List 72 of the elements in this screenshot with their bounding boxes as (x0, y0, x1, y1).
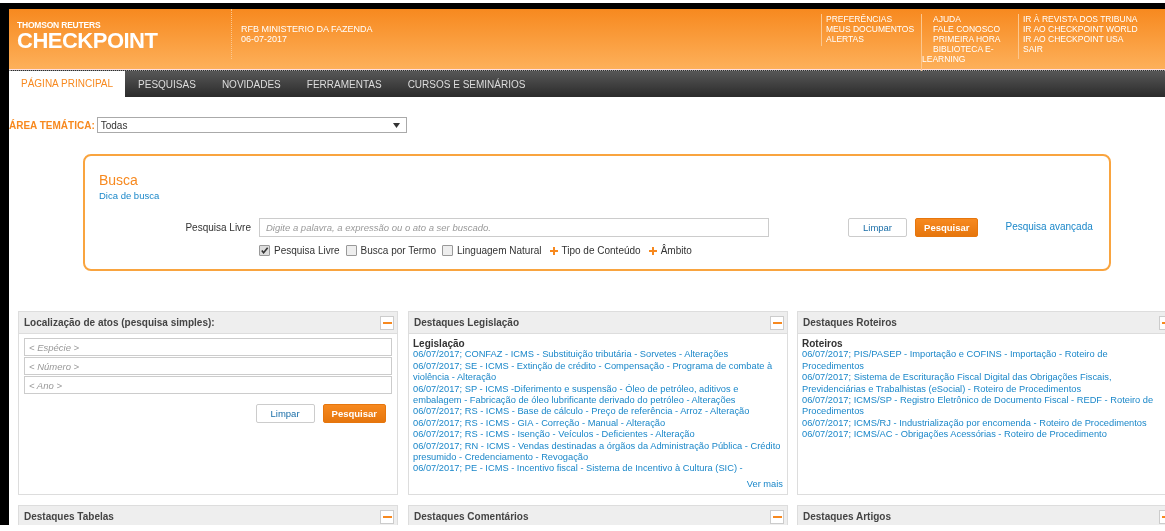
plus-icon (549, 246, 558, 255)
nav-tab[interactable]: PÁGINA PRINCIPAL (9, 71, 126, 97)
news-link[interactable]: 06/07/2017; RN - ICMS - Vendas destinadas a órgãos da Administração Pública - Crédito presumido - Credenciamento - Revogação (413, 440, 783, 464)
expand-link[interactable]: Tipo de Conteúdo (561, 245, 641, 256)
news-link[interactable]: 06/07/2017; RS - ICMS - Base de cálculo - Preço de referência - Arroz - Alteração (413, 406, 783, 418)
dropdown-arrow-icon (392, 122, 400, 128)
panel-title: Localização de atos (pesquisa simples): (24, 317, 215, 328)
news-link[interactable]: 06/07/2017; SP - ICMS -Diferimento e suspensão - Óleo de petróleo, aditivos e embalagem - Fabricação de óleo lubrificante derivado do petróleo - Alterações (413, 383, 783, 407)
product-logo: CHECKPOINT (17, 30, 159, 52)
input-field[interactable]: < Espécie > (24, 338, 392, 356)
input-field[interactable]: < Número > (24, 357, 392, 375)
news-link[interactable]: 06/07/2017; RS - ICMS - GIA - Correção - Manual - Alteração (413, 417, 783, 430)
news-link[interactable]: 06/07/2017; PE - ICMS - Incentivo fiscal - Sistema de Incentivo à Cultura (SIC) - (413, 463, 783, 475)
minus-icon (772, 515, 782, 518)
clear-button[interactable]: Limpar (255, 404, 315, 423)
list-heading: Roteiros (802, 338, 844, 350)
checkbox-label: Pesquisa Livre (274, 245, 340, 256)
checkbox[interactable] (345, 245, 357, 256)
nav-tab[interactable]: NOVIDADES (208, 71, 294, 97)
panel-title: Destaques Comentários (414, 511, 529, 522)
header-link[interactable]: IR À REVISTA DOS TRIBUNA (1023, 14, 1141, 24)
expand-link[interactable]: Âmbito (660, 245, 692, 256)
news-link[interactable]: 06/07/2017; ICMS/AC - Obrigações Acessórias - Roteiro de Procedimento (802, 429, 1165, 441)
field-label: Pesquisa Livre (184, 222, 251, 233)
header-link[interactable]: MEUS DOCUMENTOS (826, 24, 921, 34)
see-more-link[interactable]: Ver mais (746, 478, 783, 491)
account-info: 06-07-2017 (241, 34, 289, 44)
header-link[interactable]: FALE CONOSCO (922, 24, 1018, 34)
header-link[interactable]: AJUDA (922, 14, 1018, 24)
header-link[interactable]: PRIMEIRA HORA (922, 34, 1018, 44)
collapse-button[interactable] (770, 315, 784, 330)
minus-icon (772, 321, 782, 324)
minus-icon (382, 321, 392, 324)
panel-title: Destaques Legislação (414, 317, 520, 328)
header-link[interactable]: IR AO CHECKPOINT WORLD (1023, 24, 1141, 34)
news-link[interactable]: 06/07/2017; CONFAZ - ICMS - Substituição tributária - Sorvetes - Alterações (413, 349, 783, 361)
nav-tab[interactable]: FERRAMENTAS (293, 71, 395, 97)
account-info: RFB MINISTERIO DA FAZENDA (241, 24, 374, 34)
collapse-button[interactable] (380, 315, 394, 330)
search-button[interactable]: Pesquisar (915, 218, 979, 237)
nav-tab[interactable]: PESQUISAS (125, 71, 209, 97)
checkbox[interactable] (442, 245, 453, 256)
header-link[interactable]: PREFERÊNCIAS (826, 14, 921, 24)
header-link[interactable]: IR AO CHECKPOINT USA (1023, 34, 1141, 44)
panel-title: Destaques Artigos (803, 511, 891, 522)
clear-button[interactable]: Limpar (848, 218, 908, 237)
advanced-search-link[interactable]: Pesquisa avançada (1005, 221, 1093, 232)
collapse-button[interactable] (380, 509, 394, 524)
news-link[interactable]: 06/07/2017; Sistema de Escrituração Fiscal Digital das Obrigações Fiscais, Previdenciárias e Trabalhistas (eSocial) - Roteiro de Procedimentos (802, 372, 1165, 396)
news-link[interactable]: 06/07/2017; ICMS/RJ - Industrialização por encomenda - Roteiro de Procedimentos (802, 417, 1165, 430)
company-name: THOMSON REUTERS (17, 20, 102, 30)
news-link[interactable]: 06/07/2017; RS - ICMS - Isenção - Veículos - Deficientes - Alteração (413, 429, 783, 441)
search-tip-link[interactable]: Dica de busca (99, 190, 160, 201)
panel-title: Destaques Roteiros (803, 317, 897, 328)
checkbox-label: Busca por Termo (360, 245, 436, 256)
plus-icon (648, 246, 657, 255)
area-select[interactable]: Todas (96, 117, 407, 133)
search-title: Busca (99, 172, 138, 188)
collapse-button[interactable] (770, 509, 784, 524)
news-link[interactable]: 06/07/2017; ICMS/SP - Registro Eletrônico de Documento Fiscal - REDF - Roteiro de Procedimentos (802, 395, 1165, 418)
area-label: ÁREA TEMÁTICA: (9, 119, 95, 131)
news-link[interactable]: 06/07/2017; SE - ICMS - Extinção de crédito - Compensação - Programa de combate à violência - Alteração (413, 360, 783, 384)
nav-tab[interactable]: CURSOS E SEMINÁRIOS (394, 71, 539, 97)
minus-icon (382, 515, 392, 518)
search-field[interactable]: Digite a palavra, a expressão ou o ato a ser buscado. (259, 218, 769, 237)
input-field[interactable]: < Ano > (24, 376, 392, 394)
news-link[interactable]: 06/07/2017; PIS/PASEP - Importação e COFINS - Importação - Roteiro de Procedimentos (802, 349, 1165, 373)
search-button[interactable]: Pesquisar (322, 404, 386, 423)
checkbox[interactable] (259, 245, 270, 256)
checkbox-label: Linguagem Natural (457, 245, 542, 256)
list-heading: Legislação (413, 338, 466, 350)
panel-title: Destaques Tabelas (24, 511, 114, 522)
